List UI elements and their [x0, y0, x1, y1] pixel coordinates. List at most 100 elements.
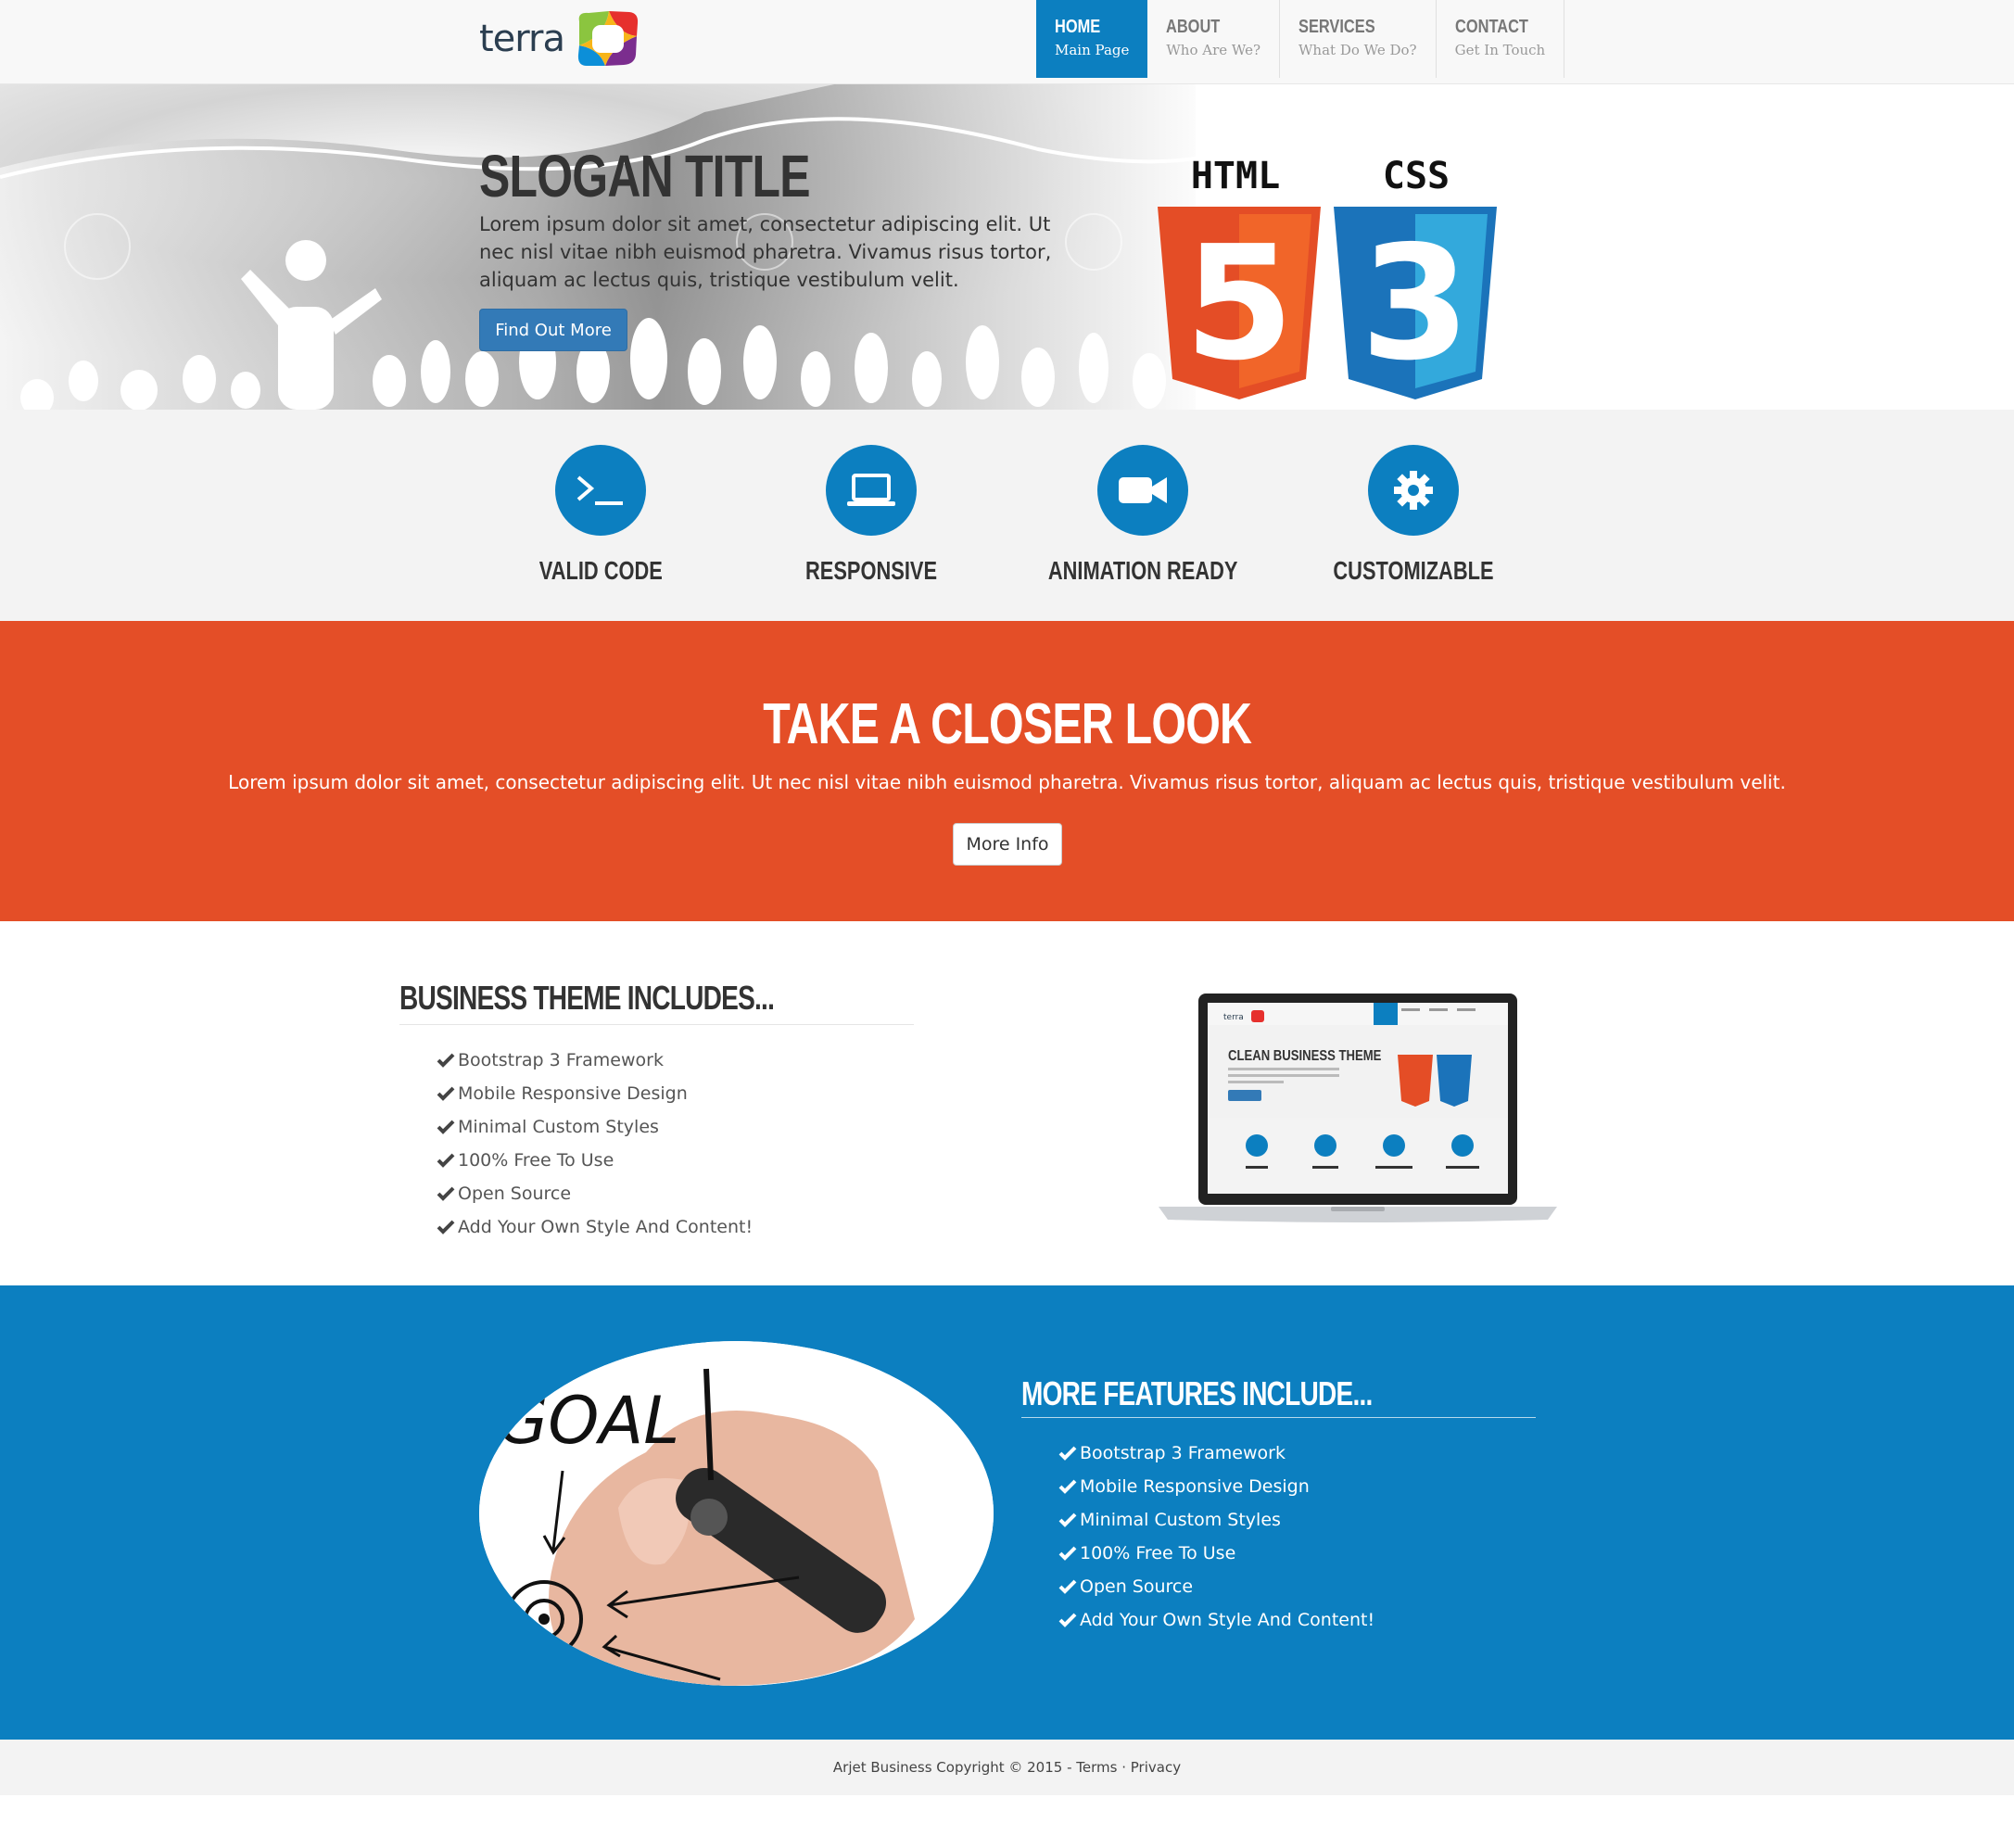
laptop-mockup-image: terra CLEAN BUSINESS THEME	[1159, 994, 1557, 1222]
check-icon	[1058, 1446, 1077, 1461]
list-item: Add Your Own Style And Content!	[1058, 1603, 1374, 1637]
privacy-link[interactable]: Privacy	[1131, 1759, 1181, 1776]
feature-animation-ready: ANIMATION READY	[1004, 445, 1282, 586]
callout-title: TAKE A CLOSER LOOK	[0, 691, 2014, 757]
feature-customizable: CUSTOMIZABLE	[1274, 445, 1552, 586]
check-icon	[1058, 1613, 1077, 1627]
check-icon	[437, 1086, 455, 1101]
list-item: 100% Free To Use	[1058, 1537, 1374, 1570]
list-item-text: Minimal Custom Styles	[1080, 1510, 1281, 1530]
more-features-list: Bootstrap 3 Framework Mobile Responsive …	[1058, 1437, 1374, 1637]
list-item: Bootstrap 3 Framework	[1058, 1437, 1374, 1470]
feature-label: RESPONSIVE	[804, 556, 938, 585]
list-item-text: 100% Free To Use	[1080, 1543, 1236, 1563]
nav-subtitle: Main Page	[1055, 42, 1130, 58]
list-item-text: Minimal Custom Styles	[458, 1117, 659, 1137]
more-features-section: GOAL MORE FEATURES INCLUDE... Bootstrap …	[0, 1285, 2014, 1740]
check-icon	[437, 1153, 455, 1168]
gear-icon	[1368, 445, 1459, 536]
html5-number: 5	[1184, 212, 1294, 396]
business-heading: BUSINESS THEME INCLUDES...	[399, 979, 775, 1017]
html5-shield-icon: 5	[1158, 207, 1321, 399]
feature-label: VALID CODE	[538, 556, 663, 585]
callout-section: TAKE A CLOSER LOOK Lorem ipsum dolor sit…	[0, 621, 2014, 921]
nav-title: HOME	[1055, 17, 1101, 37]
logo-text: terra	[479, 18, 565, 60]
list-item: 100% Free To Use	[436, 1144, 753, 1177]
terms-link[interactable]: Terms	[1076, 1759, 1117, 1776]
list-item-text: 100% Free To Use	[458, 1150, 614, 1171]
terminal-icon	[555, 445, 646, 536]
nav-services[interactable]: SERVICES What Do We Do?	[1280, 0, 1437, 78]
list-item-text: Bootstrap 3 Framework	[458, 1050, 664, 1070]
list-item-text: Mobile Responsive Design	[458, 1083, 688, 1104]
css3-shield-icon: 3	[1334, 207, 1497, 399]
list-item: Minimal Custom Styles	[1058, 1503, 1374, 1537]
check-icon	[1058, 1513, 1077, 1527]
nav-title: SERVICES	[1298, 17, 1375, 37]
footer: Arjet Business Copyright © 2015 - Terms …	[0, 1740, 2014, 1795]
svg-text:terra: terra	[1223, 1013, 1244, 1022]
video-camera-icon	[1097, 445, 1188, 536]
callout-text: Lorem ipsum dolor sit amet, consectetur …	[228, 771, 1786, 793]
laptop-icon	[826, 445, 917, 536]
business-section: BUSINESS THEME INCLUDES... Bootstrap 3 F…	[0, 921, 2014, 1285]
nav-about[interactable]: ABOUT Who Are We?	[1147, 0, 1281, 78]
features-section: VALID CODE RESPONSIVE ANIMATION READY CU…	[0, 410, 2014, 621]
list-item-text: Add Your Own Style And Content!	[458, 1217, 754, 1237]
more-info-button[interactable]: More Info	[953, 823, 1062, 866]
check-icon	[1058, 1479, 1077, 1494]
callout-title-text: TAKE A CLOSER LOOK	[763, 692, 1252, 756]
list-item: Add Your Own Style And Content!	[436, 1210, 753, 1244]
feature-valid-code: VALID CODE	[462, 445, 740, 586]
hero-section: SLOGAN TITLE Lorem ipsum dolor sit amet,…	[0, 84, 2014, 410]
html5-css3-badges: HTML CSS 5 3	[1158, 155, 1497, 399]
list-item-text: Open Source	[1080, 1576, 1194, 1597]
goal-hand-image: GOAL	[479, 1341, 994, 1686]
nav-subtitle: What Do We Do?	[1298, 42, 1417, 58]
footer-separator: ·	[1117, 1759, 1131, 1776]
list-item: Bootstrap 3 Framework	[436, 1044, 753, 1077]
more-features-heading: MORE FEATURES INCLUDE...	[1021, 1374, 1373, 1412]
nav-subtitle: Get In Touch	[1454, 42, 1546, 58]
hero-title: SLOGAN TITLE	[479, 143, 810, 209]
hero-text: Lorem ipsum dolor sit amet, consectetur …	[479, 213, 1052, 291]
feature-label: ANIMATION READY	[1047, 556, 1238, 585]
copyright-text: Arjet Business Copyright © 2015 -	[832, 1759, 1077, 1776]
business-heading-rule	[399, 1024, 914, 1025]
nav-subtitle: Who Are We?	[1166, 42, 1261, 58]
list-item-text: Add Your Own Style And Content!	[1080, 1610, 1375, 1630]
list-item: Mobile Responsive Design	[436, 1077, 753, 1110]
css3-number: 3	[1361, 212, 1470, 396]
check-icon	[1058, 1546, 1077, 1561]
check-icon	[437, 1220, 455, 1234]
list-item-text: Open Source	[458, 1183, 572, 1204]
nav-title: ABOUT	[1166, 17, 1221, 37]
feature-label: CUSTOMIZABLE	[1333, 556, 1494, 585]
goal-handwriting: GOAL	[498, 1383, 679, 1459]
logo[interactable]: terra	[479, 6, 646, 72]
nav-home[interactable]: HOME Main Page	[1036, 0, 1148, 78]
check-icon	[437, 1053, 455, 1068]
html-badge-label: HTML	[1191, 155, 1280, 197]
feature-responsive: RESPONSIVE	[732, 445, 1010, 586]
list-item: Minimal Custom Styles	[436, 1110, 753, 1144]
nav-title: CONTACT	[1454, 17, 1528, 37]
check-icon	[437, 1120, 455, 1134]
list-item: Open Source	[1058, 1570, 1374, 1603]
list-item: Mobile Responsive Design	[1058, 1470, 1374, 1503]
check-icon	[437, 1186, 455, 1201]
check-icon	[1058, 1579, 1077, 1594]
main-nav: HOME Main Page ABOUT Who Are We? SERVICE…	[1036, 0, 1565, 78]
find-out-more-button[interactable]: Find Out More	[479, 309, 627, 351]
laptop-screen-title: CLEAN BUSINESS THEME	[1228, 1048, 1382, 1064]
list-item-text: Bootstrap 3 Framework	[1080, 1443, 1286, 1463]
css-badge-label: CSS	[1383, 155, 1450, 197]
logo-mark-icon	[577, 11, 639, 66]
business-list: Bootstrap 3 Framework Mobile Responsive …	[436, 1044, 753, 1244]
more-features-heading-rule	[1021, 1417, 1536, 1418]
list-item-text: Mobile Responsive Design	[1080, 1476, 1310, 1497]
list-item: Open Source	[436, 1177, 753, 1210]
navbar: terra HOME Main Page ABOUT Who Are We? S…	[0, 0, 2014, 84]
nav-contact[interactable]: CONTACT Get In Touch	[1437, 0, 1565, 78]
